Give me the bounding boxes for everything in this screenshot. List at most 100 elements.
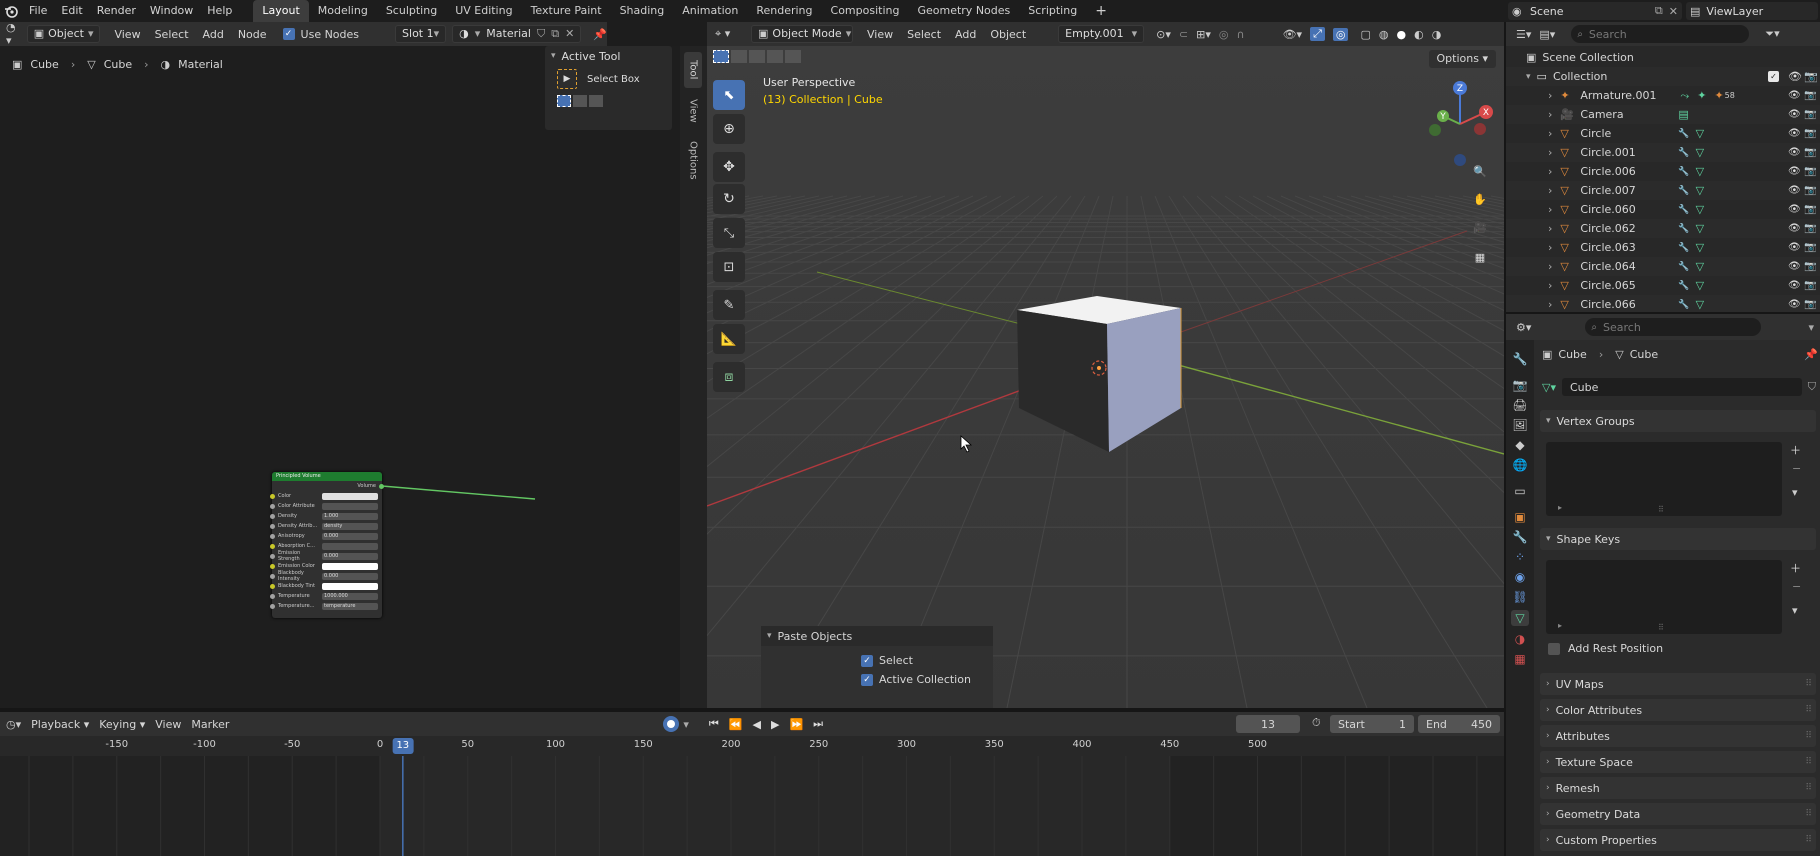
- display-mode-icon[interactable]: ▤▾: [1539, 28, 1555, 41]
- fake-user-shield-icon[interactable]: ⛉: [1808, 380, 1816, 394]
- overlay-toggle-icon[interactable]: ◎: [1332, 27, 1349, 41]
- pin-icon[interactable]: 📌: [593, 28, 607, 41]
- falloff-icon[interactable]: ∩: [1237, 28, 1245, 41]
- camera-render-icon[interactable]: 📷: [1804, 147, 1816, 158]
- node-input-row[interactable]: Emission Strength 0.000: [270, 550, 382, 562]
- eye-icon[interactable]: 👁: [1788, 242, 1801, 253]
- select-subtract-icon[interactable]: [749, 50, 765, 63]
- node-input-row[interactable]: Temperature 1000.000: [270, 591, 382, 601]
- unlink-icon[interactable]: ✕: [565, 26, 574, 42]
- node-input-row[interactable]: Density Attrib... density: [270, 521, 382, 531]
- select-new-icon[interactable]: [557, 95, 571, 107]
- eye-icon[interactable]: 👁: [1788, 280, 1801, 291]
- 3d-viewport[interactable]: User Perspective (13) Collection | Cube …: [707, 46, 1504, 708]
- select-invert-icon[interactable]: [767, 50, 783, 63]
- editor-type-icon[interactable]: ◷▾: [6, 718, 21, 731]
- select-new-icon[interactable]: [713, 50, 729, 63]
- node-input-value[interactable]: density: [322, 522, 378, 530]
- camera-render-icon[interactable]: 📷: [1804, 280, 1816, 291]
- node-input-row[interactable]: Anisotropy 0.000: [270, 531, 382, 541]
- navigation-gizmo[interactable]: Z X Y: [1423, 78, 1493, 168]
- list-resize-handle-icon[interactable]: ⠿: [1658, 623, 1664, 632]
- outliner-item[interactable]: › ▽ Circle.060 🔧 ▽ 👁 📷: [1506, 200, 1820, 219]
- workspace-tab-uv-editing[interactable]: UV Editing: [446, 0, 521, 22]
- node-editor-canvas[interactable]: ▣ Cube › ▽ Cube › ◑ Material Principled …: [0, 46, 545, 708]
- mesh-data-tab-icon[interactable]: ▽: [1511, 610, 1529, 626]
- pose-icon[interactable]: ⤳: [1680, 89, 1689, 103]
- chevron-right-icon[interactable]: ›: [1548, 279, 1552, 292]
- node-input-value[interactable]: 0.000: [322, 532, 378, 540]
- outliner-item[interactable]: › ▽ Circle.001 🔧 ▽ 👁 📷: [1506, 143, 1820, 162]
- camera-render-icon[interactable]: 📷: [1804, 261, 1816, 272]
- input-socket-icon[interactable]: [270, 504, 275, 509]
- jump-start-icon[interactable]: ⏮: [709, 717, 719, 731]
- panel-drag-handle-icon[interactable]: ⠿: [1805, 705, 1812, 715]
- use-nodes-toggle[interactable]: ✓ Use Nodes: [282, 28, 359, 41]
- wireframe-shading-icon[interactable]: ◍: [1379, 28, 1389, 41]
- fake-user-shield-icon[interactable]: ⛉: [537, 26, 545, 42]
- armature-data-icon[interactable]: ✦: [1697, 89, 1706, 102]
- eye-icon[interactable]: 👁: [1788, 147, 1801, 158]
- panel-drag-handle-icon[interactable]: ⠿: [1805, 757, 1812, 767]
- xray-icon[interactable]: ▢: [1360, 28, 1370, 41]
- slot-dropdown[interactable]: Slot 1 ▾: [395, 25, 447, 43]
- workspace-tab-modeling[interactable]: Modeling: [309, 0, 377, 22]
- filter-icon[interactable]: ⏷▾: [1765, 27, 1779, 41]
- play-icon[interactable]: ▶: [771, 718, 779, 731]
- shape-keys-list[interactable]: ▸ ⠿: [1546, 560, 1782, 634]
- mesh-data-icon[interactable]: ▽: [1696, 203, 1704, 216]
- node-input-value[interactable]: [322, 492, 378, 500]
- camera-render-icon[interactable]: 📷: [1804, 185, 1816, 196]
- scene-collection-row[interactable]: ▣ Scene Collection: [1506, 48, 1820, 67]
- chevron-down-icon[interactable]: ▾: [683, 718, 689, 731]
- outliner-item[interactable]: › ▽ Circle.064 🔧 ▽ 👁 📷: [1506, 257, 1820, 276]
- camera-render-icon[interactable]: 📷: [1804, 166, 1816, 177]
- transform-pivot-icon[interactable]: ⊙▾: [1156, 28, 1171, 41]
- camera-render-icon[interactable]: 📷: [1804, 90, 1816, 101]
- workspace-tab-geometry-nodes[interactable]: Geometry Nodes: [908, 0, 1019, 22]
- list-resize-handle-icon[interactable]: ⠿: [1658, 505, 1664, 514]
- chevron-right-icon[interactable]: ›: [1548, 184, 1552, 197]
- list-expand-icon[interactable]: ▸: [1558, 621, 1562, 630]
- node-input-value[interactable]: [322, 582, 378, 590]
- node-menu-select[interactable]: Select: [155, 28, 189, 41]
- camera-render-icon[interactable]: 📷: [1804, 128, 1816, 139]
- annotate-tool-button[interactable]: ✎: [713, 290, 745, 320]
- transform-tool-button[interactable]: ⊡: [713, 252, 745, 282]
- panel-drag-handle-icon[interactable]: ⠿: [1805, 783, 1812, 793]
- node-input-value[interactable]: 0.000: [322, 572, 378, 580]
- modifier-icon[interactable]: 🔧: [1678, 186, 1689, 196]
- camera-render-icon[interactable]: 📷: [1804, 109, 1816, 120]
- select-subtract-icon[interactable]: [589, 95, 603, 107]
- pin-icon[interactable]: 📌: [1804, 348, 1818, 361]
- world-tab-icon[interactable]: 🌐: [1513, 458, 1528, 472]
- vertex-group-specials-icon[interactable]: ▾: [1792, 486, 1798, 499]
- tab-view[interactable]: View: [684, 92, 702, 130]
- active-tool-select-box[interactable]: ▶ Select Box: [545, 66, 672, 92]
- properties-panel-header[interactable]: › Color Attributes ⠿: [1540, 699, 1816, 721]
- end-frame-field[interactable]: End 450: [1418, 715, 1500, 733]
- options-button[interactable]: Options ▾: [1428, 50, 1496, 68]
- mesh-data-icon[interactable]: ▽: [1696, 146, 1704, 159]
- chevron-right-icon[interactable]: ›: [1548, 127, 1552, 140]
- mesh-data-icon[interactable]: ▽: [1696, 127, 1704, 140]
- input-socket-icon[interactable]: [270, 594, 275, 599]
- camera-view-button[interactable]: 🎥: [1466, 214, 1494, 240]
- delete-scene-icon[interactable]: ✕: [1669, 5, 1678, 18]
- input-socket-icon[interactable]: [270, 544, 275, 549]
- texture-tab-icon[interactable]: ▦: [1514, 652, 1525, 666]
- workspace-tab-shading[interactable]: Shading: [611, 0, 674, 22]
- eye-icon[interactable]: 👁: [1788, 223, 1801, 234]
- node-input-row[interactable]: Blackbody Tint: [270, 581, 382, 591]
- active-object-dropdown[interactable]: Empty.001 ▾: [1058, 25, 1145, 43]
- next-keyframe-icon[interactable]: ⏩: [789, 718, 803, 731]
- active-tool-header[interactable]: ▾ Active Tool: [545, 46, 672, 66]
- node-input-row[interactable]: Temperature... temperature: [270, 601, 382, 611]
- properties-panel-header[interactable]: › Remesh ⠿: [1540, 777, 1816, 799]
- particles-tab-icon[interactable]: ⁘: [1515, 550, 1525, 564]
- collection-row[interactable]: ▾ ▭ Collection ✓ 👁 📷: [1506, 67, 1820, 86]
- input-socket-icon[interactable]: [270, 574, 275, 579]
- visibility-icon[interactable]: 👁▾: [1283, 28, 1303, 41]
- viewport-menu-select[interactable]: Select: [907, 28, 941, 41]
- add-shape-key-button[interactable]: ＋: [1790, 560, 1801, 576]
